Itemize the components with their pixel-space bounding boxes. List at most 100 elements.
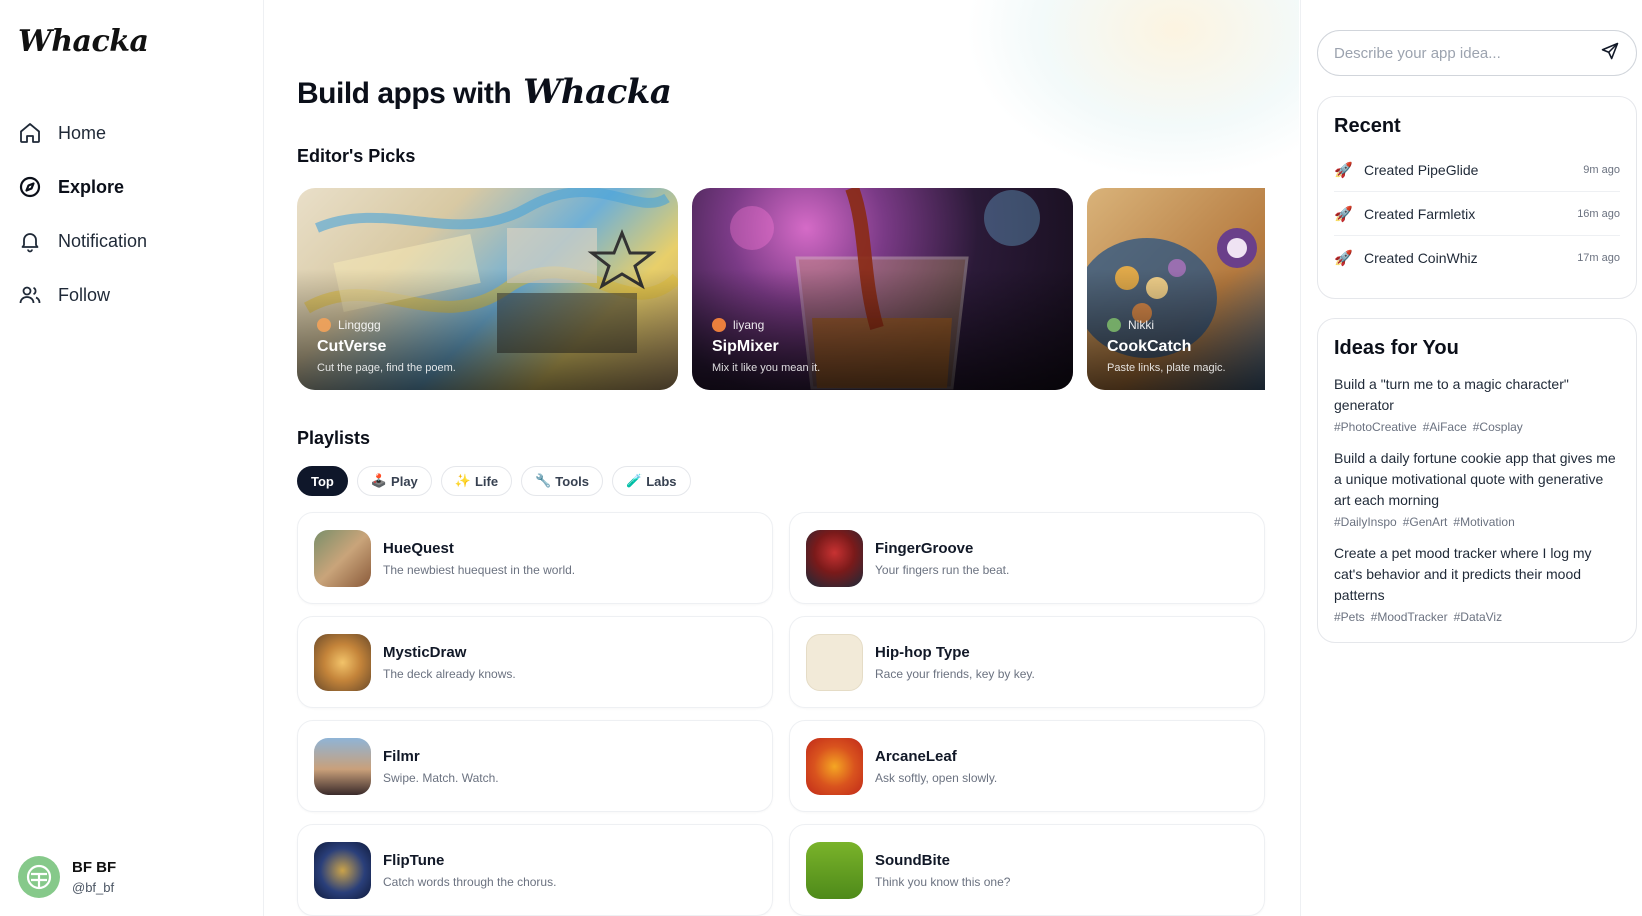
idea-tag[interactable]: #Cosplay [1473,420,1523,434]
bell-icon [18,229,42,253]
recent-text: Created CoinWhiz [1364,250,1478,266]
nav-label-home: Home [58,122,107,143]
pick-desc: Paste links, plate magic. [1107,362,1226,374]
idea-tags: #Pets #MoodTracker #DataViz [1334,610,1620,624]
chip-label: Labs [646,473,677,489]
recent-item[interactable]: 🚀 Created Farmletix 16m ago [1334,192,1620,236]
compass-icon [18,175,42,199]
app-card[interactable]: HueQuest The newbiest huequest in the wor… [297,512,773,604]
rocket-icon: 🚀 [1334,161,1353,179]
main-content: Build apps with Whacka Editor's Picks Li… [265,0,1299,916]
playlist-filter-chips: Top 🕹️ Play ✨ Life 🔧 Tools 🧪 Labs [297,466,691,496]
author-avatar [1107,318,1121,332]
user-profile[interactable]: BF BF @bf_bf [18,856,116,898]
editors-picks-carousel[interactable]: Lingggg CutVerse Cut the page, find the … [297,188,1265,390]
pick-author: liyang [733,318,765,332]
idea-tag[interactable]: #DataViz [1454,610,1502,624]
idea-item[interactable]: Build a "turn me to a magic character" g… [1334,374,1620,434]
avatar [18,856,60,898]
hero-prefix: Build apps with [297,77,512,110]
app-thumbnail [314,633,371,691]
pick-card[interactable]: Lingggg CutVerse Cut the page, find the … [297,188,678,390]
app-card[interactable]: MysticDraw The deck already knows. [297,616,773,708]
app-thumbnail [806,529,863,587]
app-desc: Race your friends, key by key. [875,666,1035,681]
idea-tag[interactable]: #PhotoCreative [1334,420,1417,434]
send-icon[interactable] [1600,41,1620,66]
pick-title: CookCatch [1107,338,1192,355]
rocket-icon: 🚀 [1334,205,1353,223]
app-card[interactable]: FingerGroove Your fingers run the beat. [789,512,1265,604]
test-tube-icon: 🧪 [626,473,643,488]
nav-item-home[interactable]: Home [18,106,248,160]
app-idea-placeholder[interactable]: Describe your app idea... [1334,45,1600,62]
idea-tag[interactable]: #AiFace [1423,420,1467,434]
home-icon [18,121,42,145]
idea-tag[interactable]: #DailyInspo [1334,515,1397,529]
nav-item-follow[interactable]: Follow [18,268,248,322]
chip-label: Top [311,473,334,489]
recent-panel: Recent 🚀 Created PipeGlide 9m ago 🚀 Crea… [1317,96,1637,299]
playlists-title: Playlists [297,428,371,448]
recent-time: 17m ago [1577,252,1620,264]
app-idea-input[interactable]: Describe your app idea... [1317,30,1637,76]
app-card[interactable]: SoundBite Think you know this one? [789,824,1265,916]
background-glow [965,0,1299,180]
chip-label: Play [391,473,418,489]
sidebar-nav: Home Explore Notification Follow [18,106,248,322]
chip-label: Tools [555,473,589,489]
recent-title: Recent [1334,115,1401,137]
pick-card[interactable]: liyang SipMixer Mix it like you mean it. [692,188,1073,390]
app-card[interactable]: Hip-hop Type Race your friends, key by ke… [789,616,1265,708]
app-card[interactable]: ArcaneLeaf Ask softly, open slowly. [789,720,1265,812]
idea-tag[interactable]: #Motivation [1453,515,1514,529]
logo[interactable]: Whacka [18,24,149,59]
idea-tag[interactable]: #MoodTracker [1371,610,1448,624]
app-title: HueQuest [383,539,454,557]
ideas-panel: Ideas for You Build a "turn me to a magi… [1317,318,1637,643]
app-desc: The newbiest huequest in the world. [383,562,576,577]
recent-item[interactable]: 🚀 Created CoinWhiz 17m ago [1334,236,1620,280]
nav-item-notification[interactable]: Notification [18,214,248,268]
pick-author: Nikki [1128,318,1154,332]
page-title: Build apps with Whacka [297,72,672,112]
app-thumbnail [314,529,371,587]
chip-labs[interactable]: 🧪 Labs [612,466,691,496]
pick-card[interactable]: Nikki CookCatch Paste links, plate magic… [1087,188,1265,390]
author-avatar [712,318,726,332]
app-desc: Think you know this one? [875,874,1011,889]
idea-tag[interactable]: #Pets [1334,610,1365,624]
chip-play[interactable]: 🕹️ Play [356,466,432,496]
idea-text: Build a daily fortune cookie app that gi… [1334,450,1616,508]
chip-life[interactable]: ✨ Life [440,466,513,496]
chip-label: Life [474,473,499,489]
ideas-title: Ideas for You [1334,337,1459,359]
app-card[interactable]: Filmr Swipe. Match. Watch. [297,720,773,812]
pick-desc: Mix it like you mean it. [712,362,821,374]
app-title: ArcaneLeaf [875,747,957,765]
idea-tag[interactable]: #GenArt [1403,515,1448,529]
app-desc: Your fingers run the beat. [875,562,1010,577]
idea-text: Create a pet mood tracker where I log my… [1334,545,1592,603]
app-thumbnail [806,633,863,691]
app-desc: The deck already knows. [383,666,516,681]
wrench-icon: 🔧 [535,473,552,488]
chip-top[interactable]: Top [297,466,348,496]
right-panel: Describe your app idea... Recent 🚀 Creat… [1300,0,1642,916]
idea-tags: #PhotoCreative #AiFace #Cosplay [1334,420,1620,434]
users-icon [18,283,42,307]
app-desc: Catch words through the chorus. [383,874,557,889]
recent-time: 16m ago [1577,207,1620,220]
app-card[interactable]: FlipTune Catch words through the chorus. [297,824,773,916]
idea-item[interactable]: Create a pet mood tracker where I log my… [1334,543,1620,624]
recent-text: Created PipeGlide [1364,161,1479,178]
app-thumbnail [314,841,371,899]
recent-item[interactable]: 🚀 Created PipeGlide 9m ago [1334,148,1620,192]
chip-tools[interactable]: 🔧 Tools [521,466,603,496]
sparkles-icon: ✨ [454,473,471,488]
app-desc: Swipe. Match. Watch. [383,770,499,785]
app-title: SoundBite [875,851,950,869]
idea-item[interactable]: Build a daily fortune cookie app that gi… [1334,448,1620,529]
nav-item-explore[interactable]: Explore [18,160,248,214]
app-title: MysticDraw [383,643,467,661]
